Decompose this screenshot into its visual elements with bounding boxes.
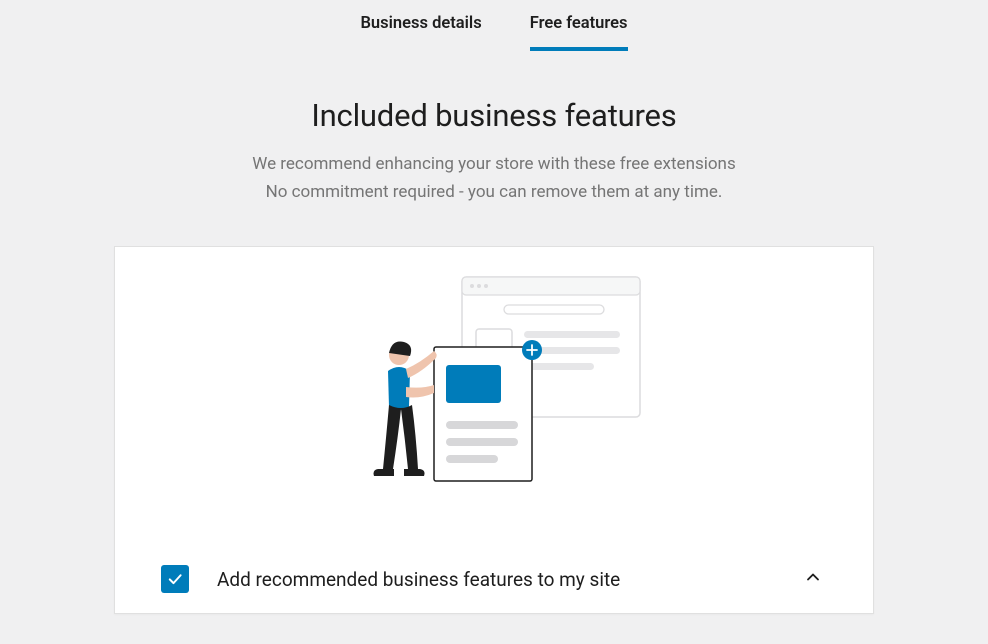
features-card: Add recommended business features to my … bbox=[114, 246, 874, 614]
heading-section: Included business features We recommend … bbox=[0, 97, 988, 206]
onboarding-illustration bbox=[344, 275, 644, 485]
tab-free-features[interactable]: Free features bbox=[530, 14, 628, 51]
check-icon bbox=[166, 570, 184, 588]
subtitle-line-2: No commitment required - you can remove … bbox=[0, 178, 988, 206]
tab-business-details[interactable]: Business details bbox=[360, 14, 481, 51]
tabs: Business details Free features bbox=[0, 0, 988, 51]
chevron-up-icon bbox=[803, 567, 823, 587]
page-title: Included business features bbox=[0, 97, 988, 134]
add-features-label: Add recommended business features to my … bbox=[217, 568, 771, 591]
expand-toggle[interactable] bbox=[799, 563, 827, 595]
add-features-checkbox[interactable] bbox=[161, 565, 189, 593]
subtitle-line-1: We recommend enhancing your store with t… bbox=[0, 150, 988, 178]
page-subtitle: We recommend enhancing your store with t… bbox=[0, 150, 988, 206]
add-features-option[interactable]: Add recommended business features to my … bbox=[161, 543, 827, 605]
